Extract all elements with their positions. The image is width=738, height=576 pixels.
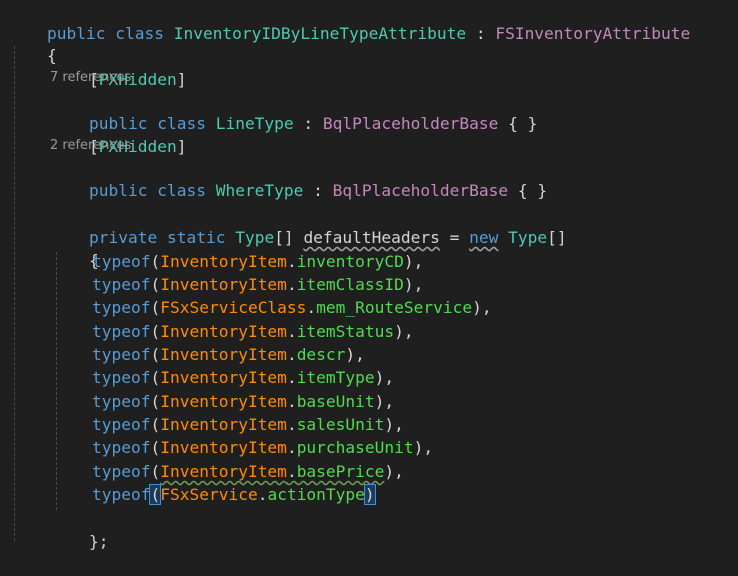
keyword-public: public [88, 181, 148, 200]
line-end: ), [403, 275, 424, 294]
class-ref: FSxServiceClass [160, 298, 307, 317]
member-ref: purchaseUnit [296, 438, 414, 457]
keyword-new: new [469, 228, 499, 247]
member-ref: baseUnit [296, 392, 375, 411]
member-ref: basePrice [296, 462, 385, 481]
class-ref: InventoryItem [160, 462, 287, 481]
member-ref: inventoryCD [296, 252, 404, 271]
code-line-linetype[interactable]: public class LineType : BqlPlaceholderBa… [50, 89, 537, 133]
class-ref: InventoryItem [160, 345, 287, 364]
line-end: ), [384, 415, 404, 434]
keyword-class: class [157, 181, 206, 200]
class-name: LineType [215, 114, 294, 133]
class-ref: InventoryItem [160, 415, 287, 434]
code-line-open-brace[interactable]: { [8, 21, 57, 65]
keyword-typeof: typeof [92, 462, 151, 481]
indent-guide-outer [14, 46, 15, 541]
member-ref: itemType [296, 368, 375, 387]
keyword-class: class [115, 24, 164, 43]
attr-close: ] [176, 137, 187, 156]
keyword-typeof: typeof [92, 345, 151, 364]
class-ref: InventoryItem [160, 322, 287, 341]
base-class-name: BqlPlaceholderBase [322, 114, 499, 133]
keyword-typeof: typeof [92, 322, 151, 341]
colon: : [303, 181, 333, 200]
code-line-field-declaration[interactable]: private static Type[] defaultHeaders = n… [50, 203, 567, 247]
type-name: Type [235, 228, 275, 247]
class-ref: FSxService [160, 485, 258, 504]
array-brackets: [] [274, 228, 304, 247]
keyword-typeof: typeof [92, 298, 151, 317]
code-line-typeof[interactable]: typeof(InventoryItem.salesUnit), [92, 413, 404, 436]
member-ref: mem_RouteService [316, 298, 473, 317]
codelens-references-1[interactable]: 7 references [50, 69, 131, 87]
member-ref: actionType [267, 485, 365, 504]
code-line-typeof[interactable]: typeof(InventoryItem.baseUnit), [92, 390, 394, 413]
member-ref: descr [296, 345, 346, 364]
code-line-attribute-2[interactable]: [PXHidden] [50, 112, 186, 156]
base-class-name: BqlPlaceholderBase [332, 181, 509, 200]
code-line-array-open[interactable]: { [50, 226, 99, 270]
type-name-2: Type [508, 228, 548, 247]
class-ref: InventoryItem [160, 392, 287, 411]
code-line-typeof[interactable]: typeof(InventoryItem.itemClassID), [92, 273, 423, 296]
line-end: ), [403, 252, 424, 271]
empty-body: { } [498, 114, 538, 133]
keyword-typeof: typeof [92, 438, 151, 457]
line-end: ), [413, 438, 434, 457]
keyword-typeof: typeof [92, 392, 151, 411]
array-brackets-2: [] [547, 228, 567, 247]
code-editor[interactable]: public class InventoryIDByLineTypeAttrib… [0, 0, 738, 551]
class-ref: InventoryItem [160, 275, 287, 294]
codelens-references-2[interactable]: 2 references [50, 137, 131, 155]
keyword-typeof: typeof [92, 252, 151, 271]
code-line-typeof[interactable]: typeof(FSxServiceClass.mem_RouteService)… [92, 296, 492, 319]
member-ref: itemStatus [296, 322, 395, 341]
attr-close: ] [176, 70, 187, 89]
variable-name: defaultHeaders [303, 228, 440, 247]
code-line-typeof[interactable]: typeof(InventoryItem.itemStatus), [92, 320, 414, 343]
line-end: ), [374, 392, 395, 411]
base-class-name: FSInventoryAttribute [495, 24, 691, 43]
keyword-static: static [166, 228, 226, 247]
class-name: WhereType [215, 181, 304, 200]
class-ref: InventoryItem [160, 438, 287, 457]
matched-paren-open: ( [149, 484, 162, 505]
code-line-typeof[interactable]: typeof(InventoryItem.inventoryCD), [92, 250, 423, 273]
code-line-typeof[interactable]: typeof(InventoryItem.basePrice), [92, 460, 404, 483]
empty-body: { } [508, 181, 548, 200]
keyword-private: private [88, 228, 158, 247]
code-line-wheretype[interactable]: public class WhereType : BqlPlaceholderB… [50, 156, 547, 200]
line-end: ), [472, 298, 492, 317]
line-end: ), [374, 368, 395, 387]
code-line-attribute-1[interactable]: [PXHidden] [50, 45, 186, 89]
keyword-typeof: typeof [92, 485, 151, 504]
colon: : [466, 24, 496, 43]
member-ref: itemClassID [296, 275, 404, 294]
code-line-typeof[interactable]: typeof(InventoryItem.purchaseUnit), [92, 436, 433, 459]
class-ref: InventoryItem [160, 368, 287, 387]
member-ref: salesUnit [296, 415, 385, 434]
keyword-typeof: typeof [92, 415, 151, 434]
line-end: ), [394, 322, 414, 341]
keyword-typeof: typeof [92, 368, 151, 387]
code-line-class-declaration[interactable]: public class InventoryIDByLineTypeAttrib… [8, 0, 690, 43]
code-line-typeof[interactable]: typeof(InventoryItem.itemType), [92, 366, 394, 389]
class-ref: InventoryItem [160, 252, 287, 271]
keyword-typeof: typeof [92, 275, 151, 294]
array-close-brace: }; [88, 532, 109, 551]
code-line-typeof[interactable]: typeof(FSxService.actionType) [92, 483, 376, 506]
matched-paren-close: ) [363, 484, 376, 505]
line-end: ), [345, 345, 365, 364]
colon: : [293, 114, 323, 133]
code-line-array-close[interactable]: }; [50, 507, 109, 551]
equals: = [439, 228, 470, 247]
code-line-typeof[interactable]: typeof(InventoryItem.descr), [92, 343, 365, 366]
line-end: ), [384, 462, 404, 481]
class-name: InventoryIDByLineTypeAttribute [173, 24, 467, 43]
